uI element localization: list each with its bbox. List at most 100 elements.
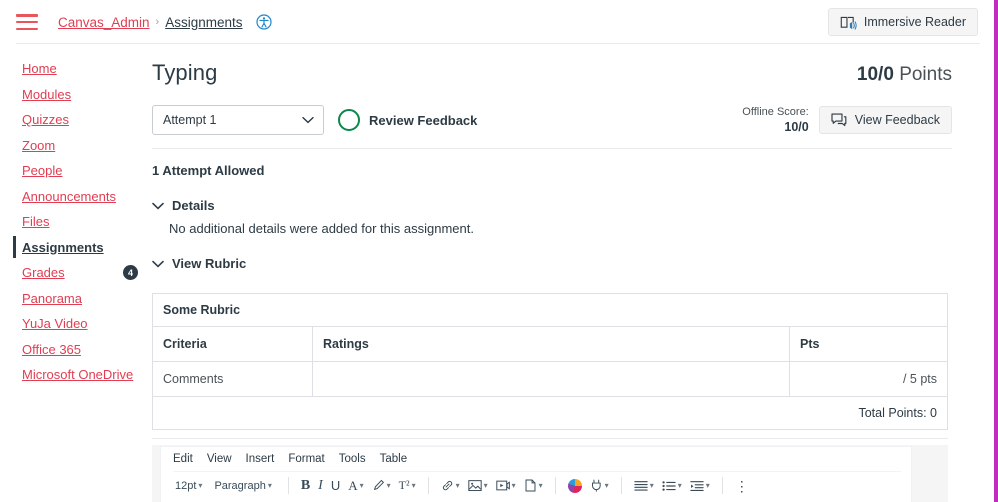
sidebar-link-quizzes[interactable]: Quizzes (22, 112, 69, 127)
chevron-down-icon: ▾ (483, 481, 488, 490)
rubric-chevron-down-icon (152, 260, 164, 268)
sidebar-item-zoom[interactable]: Zoom (22, 133, 150, 159)
details-heading: Details (172, 198, 215, 213)
chevron-down-icon: ▾ (538, 481, 543, 490)
chevron-down-icon: ▾ (604, 481, 609, 490)
menu-table[interactable]: Table (380, 453, 408, 465)
sidebar-item-quizzes[interactable]: Quizzes (22, 107, 150, 133)
attempt-toolbar-row: Attempt 1 Review Feedback Offline Score:… (152, 104, 952, 136)
document-icon[interactable]: ▾ (522, 479, 545, 492)
media-icon[interactable]: ▾ (494, 479, 518, 492)
chevron-down-icon: ▾ (198, 481, 203, 490)
toolbar-divider (554, 477, 556, 494)
highlight-icon[interactable]: ▾ (370, 479, 393, 492)
sidebar-item-microsoft-onedrive[interactable]: Microsoft OneDrive (22, 362, 150, 388)
sidebar-link-announcements[interactable]: Announcements (22, 189, 116, 204)
link-icon[interactable]: ▾ (439, 479, 462, 492)
editor-box: Edit View Insert Format Tools Table 12pt… (160, 446, 912, 502)
sidebar-item-panorama[interactable]: Panorama (22, 286, 150, 312)
view-rubric-toggle[interactable]: View Rubric (152, 256, 952, 271)
editor-toolbar: 12pt ▾ Paragraph ▾ B I U A ▾ ▾ T² ▾ ▾ ▾ … (173, 471, 901, 494)
sidebar-link-assignments[interactable]: Assignments (22, 240, 104, 255)
sidebar-link-files[interactable]: Files (22, 214, 49, 229)
points-possible: 10/0 Points (857, 64, 952, 86)
editor-menubar: Edit View Insert Format Tools Table (173, 453, 901, 471)
divider-under-attempt-row (152, 148, 952, 149)
text-color-icon[interactable]: A ▾ (346, 478, 365, 494)
offline-score: Offline Score: 10/0 (742, 105, 808, 136)
sidebar-item-yuja-video[interactable]: YuJa Video (22, 311, 150, 337)
menu-view[interactable]: View (207, 453, 232, 465)
rubric-col-ratings: Ratings (312, 326, 790, 362)
chevron-down-icon: ▾ (267, 481, 272, 490)
offline-score-label: Offline Score: (742, 105, 809, 118)
feedback-comment-icon (831, 113, 847, 127)
sidebar-link-modules[interactable]: Modules (22, 87, 71, 102)
toolbar-divider (427, 477, 429, 494)
menu-tools[interactable]: Tools (339, 453, 366, 465)
menu-edit[interactable]: Edit (173, 453, 193, 465)
menu-format[interactable]: Format (288, 453, 324, 465)
menu-insert[interactable]: Insert (246, 453, 275, 465)
canvas-studio-icon[interactable] (566, 478, 584, 493)
rubric-total-row: Total Points: 0 (152, 396, 948, 430)
sidebar-item-grades[interactable]: Grades 4 (22, 260, 150, 286)
sidebar-link-people[interactable]: People (22, 163, 62, 178)
toolbar-divider (287, 477, 289, 494)
sidebar-item-office-365[interactable]: Office 365 (22, 337, 150, 363)
hamburger-icon[interactable] (16, 14, 38, 30)
sidebar-link-microsoft-onedrive[interactable]: Microsoft OneDrive (22, 367, 133, 382)
rich-content-editor: Edit View Insert Format Tools Table 12pt… (152, 438, 952, 502)
underline-icon[interactable]: U (329, 478, 342, 493)
block-format-select[interactable]: Paragraph ▾ (212, 480, 273, 492)
view-rubric-heading: View Rubric (172, 256, 247, 271)
breadcrumb-root-link[interactable]: Canvas_Admin (58, 15, 150, 30)
bullet-list-icon[interactable]: ▾ (660, 480, 684, 492)
indent-icon[interactable]: ▾ (688, 480, 712, 492)
details-toggle[interactable]: Details (152, 198, 952, 213)
rubric-col-criteria: Criteria (152, 326, 313, 362)
sidebar-link-yuja-video[interactable]: YuJa Video (22, 316, 88, 331)
rubric-table: Some Rubric Criteria Ratings Pts Comment… (152, 293, 948, 430)
rubric-title: Some Rubric (152, 293, 948, 327)
sidebar-item-announcements[interactable]: Announcements (22, 184, 150, 210)
sidebar-link-home[interactable]: Home (22, 61, 57, 76)
align-icon[interactable]: ▾ (632, 480, 656, 492)
more-options-icon[interactable]: ⋮ (733, 479, 751, 493)
rubric-cell-ratings (312, 361, 790, 397)
sidebar-item-people[interactable]: People (22, 158, 150, 184)
immersive-reader-button[interactable]: Immersive Reader (827, 8, 978, 36)
details-chevron-down-icon (152, 202, 164, 210)
breadcrumb-current-link[interactable]: Assignments (165, 15, 242, 30)
chevron-down-icon: ▾ (511, 481, 516, 490)
sidebar-item-modules[interactable]: Modules (22, 82, 150, 108)
view-feedback-button[interactable]: View Feedback (818, 105, 952, 134)
canvas-assignment-page: Canvas_Admin › Assignments Immersive Rea… (0, 0, 998, 502)
table-row: Comments / 5 pts (152, 361, 948, 397)
course-navigation-sidebar: Home Modules Quizzes Zoom People Announc… (0, 56, 150, 388)
sidebar-item-assignments[interactable]: Assignments (13, 235, 150, 261)
superscript-icon[interactable]: T² ▾ (397, 478, 418, 493)
attempt-select[interactable]: Attempt 1 (152, 105, 324, 135)
sidebar-item-home[interactable]: Home (22, 56, 150, 82)
image-icon[interactable]: ▾ (466, 479, 490, 492)
accessibility-icon[interactable] (255, 14, 272, 30)
bold-icon[interactable]: B (299, 478, 312, 494)
attempt-row-right: Offline Score: 10/0 View Feedback (742, 105, 952, 136)
apps-plugin-icon[interactable]: ▾ (588, 479, 611, 492)
page-title: Typing (152, 60, 218, 85)
rubric-title-row: Some Rubric (152, 293, 948, 327)
sidebar-link-office-365[interactable]: Office 365 (22, 342, 81, 357)
chevron-down-icon: ▾ (705, 481, 710, 490)
rubric-cell-pts: / 5 pts (789, 361, 948, 397)
sidebar-link-zoom[interactable]: Zoom (22, 138, 55, 153)
rubric-header-row: Criteria Ratings Pts (152, 326, 948, 362)
details-body-text: No additional details were added for thi… (169, 221, 474, 236)
sidebar-link-panorama[interactable]: Panorama (22, 291, 82, 306)
toolbar-divider (620, 477, 622, 494)
sidebar-link-grades[interactable]: Grades (22, 265, 65, 280)
sidebar-item-files[interactable]: Files (22, 209, 150, 235)
font-size-select[interactable]: 12pt ▾ (173, 480, 204, 492)
points-value: 10/0 (856, 64, 894, 85)
italic-icon[interactable]: I (316, 478, 325, 494)
